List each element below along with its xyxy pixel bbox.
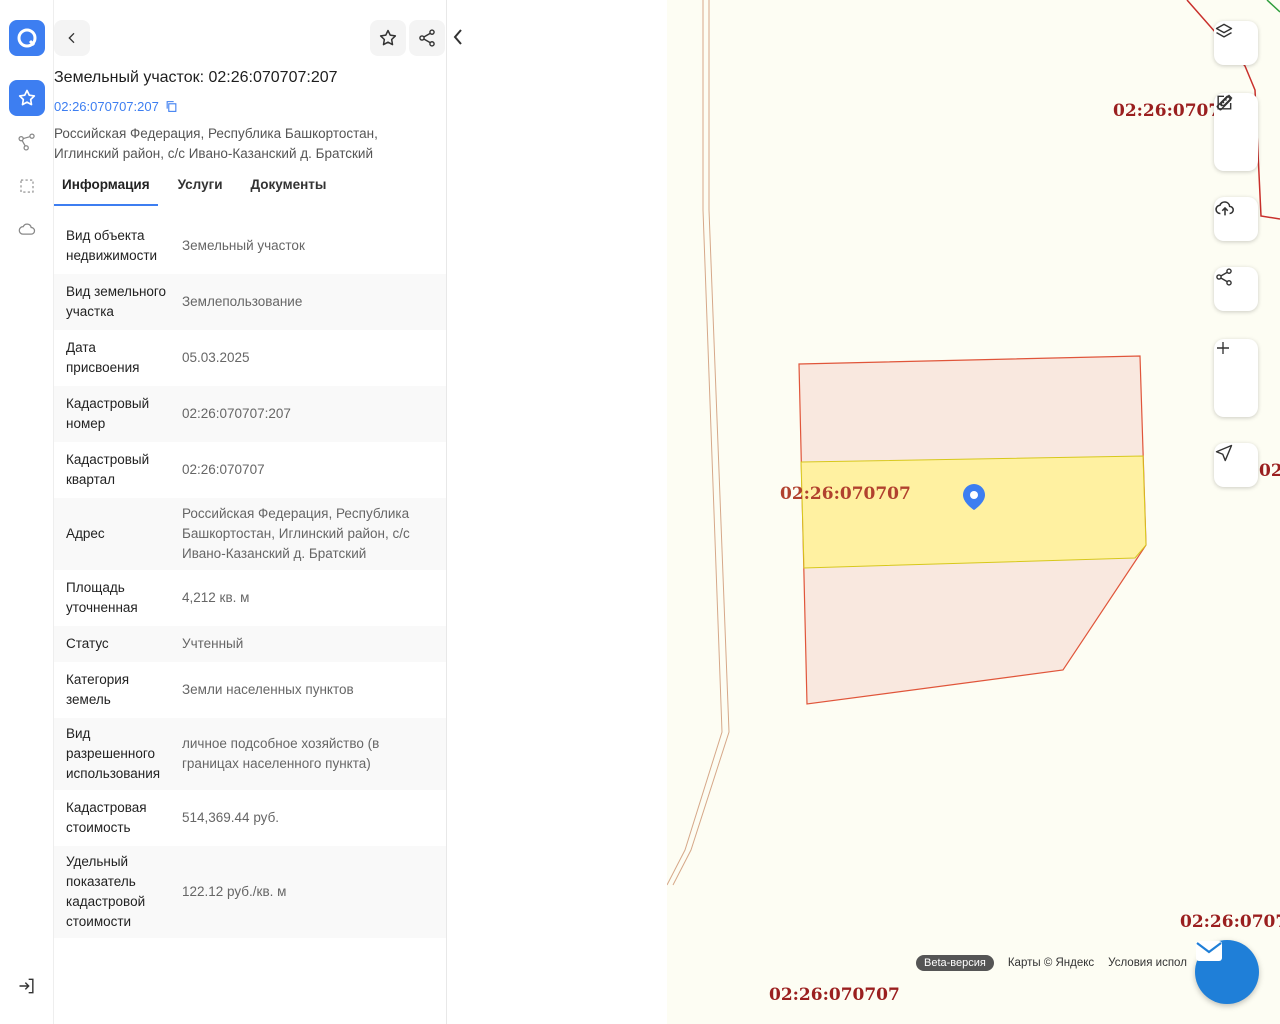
feedback-mail-button[interactable] xyxy=(1195,940,1259,1004)
table-row: Вид земельного участка Землепользование xyxy=(54,274,446,330)
tab-bar: Информация Услуги Документы xyxy=(54,172,346,206)
highlighted-parcel xyxy=(800,455,1147,569)
route-icon[interactable] xyxy=(9,124,45,160)
share-icon xyxy=(1216,268,1232,286)
row-key: Удельный показатель кадастровой стоимост… xyxy=(66,854,146,929)
page-title: Земельный участок: 02:26:070707:207 xyxy=(54,69,338,86)
map-geometry xyxy=(667,0,1280,886)
row-key: Категория земель xyxy=(66,672,130,707)
table-row: Площадь уточненная 4,212 кв. м xyxy=(54,570,446,626)
left-rail xyxy=(0,0,54,1024)
panel-divider xyxy=(446,0,447,1024)
zoom-out-icon[interactable] xyxy=(1214,339,1232,357)
cadastral-label: 02: xyxy=(1259,461,1280,481)
beta-badge: Beta-версия xyxy=(916,955,994,971)
map-footer: Beta-версия Карты © Яндекс Условия испол xyxy=(916,955,1187,971)
table-row: Дата присвоения 05.03.2025 xyxy=(54,330,446,386)
geolocation-button[interactable] xyxy=(1214,443,1258,487)
edit-icon[interactable] xyxy=(1214,93,1234,113)
cadastral-label: 02:26:070707 xyxy=(780,484,911,504)
row-value: Землепользование xyxy=(182,294,303,309)
row-key: Вид земельного участка xyxy=(66,284,167,319)
table-row: Кадастровая стоимость 514,369.44 руб. xyxy=(54,790,446,846)
row-value: Учтенный xyxy=(182,636,244,651)
navigation-arrow-icon xyxy=(1215,444,1233,462)
object-address: Российская Федерация, Республика Башкорт… xyxy=(54,126,378,161)
back-button[interactable] xyxy=(54,20,90,56)
select-area-icon[interactable] xyxy=(9,168,45,204)
cloud-upload-icon xyxy=(1215,201,1234,216)
table-row: Кадастровый номер 02:26:070707:207 xyxy=(54,386,446,442)
row-key: Вид объекта недвижимости xyxy=(66,228,158,263)
cadastral-label: 02:26:070707 xyxy=(769,985,900,1005)
share-icon xyxy=(419,29,435,47)
share-button[interactable] xyxy=(409,20,445,56)
upload-button[interactable] xyxy=(1214,197,1258,241)
row-value: 122.12 руб./кв. м xyxy=(182,884,287,899)
row-value: личное подсобное хозяйство (в границах н… xyxy=(182,736,380,771)
chevron-left-icon xyxy=(68,32,75,44)
favorites-star-icon[interactable] xyxy=(9,80,45,116)
layers-button[interactable] xyxy=(1214,21,1258,65)
copy-icon[interactable] xyxy=(165,100,178,113)
table-row: Удельный показатель кадастровой стоимост… xyxy=(54,846,446,938)
info-table: Вид объекта недвижимости Земельный участо… xyxy=(54,218,446,956)
table-row: Кадастровый квартал 02:26:070707 xyxy=(54,442,446,498)
tab-information[interactable]: Информация xyxy=(54,172,158,206)
tab-documents[interactable]: Документы xyxy=(243,172,335,206)
cloud-icon[interactable] xyxy=(9,212,45,248)
terms-link[interactable]: Условия испол xyxy=(1108,957,1187,969)
favorite-button[interactable] xyxy=(370,20,406,56)
table-row: Адрес Российская Федерация, Республика Ба… xyxy=(54,498,446,570)
table-row: Вид разрешенного использования личное под… xyxy=(54,718,446,790)
row-value: 02:26:070707:207 xyxy=(182,406,291,421)
row-value: 4,212 кв. м xyxy=(182,590,250,605)
row-key: Дата присвоения xyxy=(66,340,140,375)
row-value: 02:26:070707 xyxy=(182,462,265,477)
row-value: Земельный участок xyxy=(182,238,305,253)
row-key: Вид разрешенного использования xyxy=(66,726,161,781)
row-key: Кадастровая стоимость xyxy=(66,800,147,835)
row-value: 514,369.44 руб. xyxy=(182,810,280,825)
row-key: Адрес xyxy=(66,526,105,541)
layers-icon xyxy=(1215,23,1233,38)
tab-services[interactable]: Услуги xyxy=(170,172,231,206)
row-value: Российская Федерация, Республика Башкорт… xyxy=(182,506,410,561)
row-key: Кадастровый номер xyxy=(66,396,150,431)
mail-icon xyxy=(1196,941,1222,961)
table-row: Вид объекта недвижимости Земельный участо… xyxy=(54,218,446,274)
cadastral-label: 02:26:0707 xyxy=(1113,101,1221,121)
cadastral-label: 02:26:0707 xyxy=(1180,912,1280,932)
cadastral-number-text[interactable]: 02:26:070707:207 xyxy=(54,99,159,114)
row-key: Площадь уточненная xyxy=(66,580,138,615)
map-canvas[interactable]: 02:26:0707 02:26:070707 02: 02:26:0707 0… xyxy=(667,0,1280,1024)
table-row: Статус Учтенный xyxy=(54,626,446,662)
map-copyright[interactable]: Карты © Яндекс xyxy=(1008,957,1094,969)
logout-icon[interactable] xyxy=(9,968,45,1004)
cadastral-number-link[interactable]: 02:26:070707:207 xyxy=(54,99,178,114)
draw-tools-group xyxy=(1214,93,1258,171)
app-logo-icon[interactable] xyxy=(9,20,45,56)
row-value: Земли населенных пунктов xyxy=(182,682,354,697)
star-icon xyxy=(379,29,397,46)
zoom-controls xyxy=(1214,339,1258,417)
map-share-button[interactable] xyxy=(1214,267,1258,311)
table-row: Категория земель Земли населенных пунктов xyxy=(54,662,446,718)
row-value: 05.03.2025 xyxy=(182,350,250,365)
chevron-left-icon xyxy=(453,29,462,45)
collapse-panel-button[interactable] xyxy=(449,26,467,48)
row-key: Статус xyxy=(66,636,109,651)
row-key: Кадастровый квартал xyxy=(66,452,150,487)
